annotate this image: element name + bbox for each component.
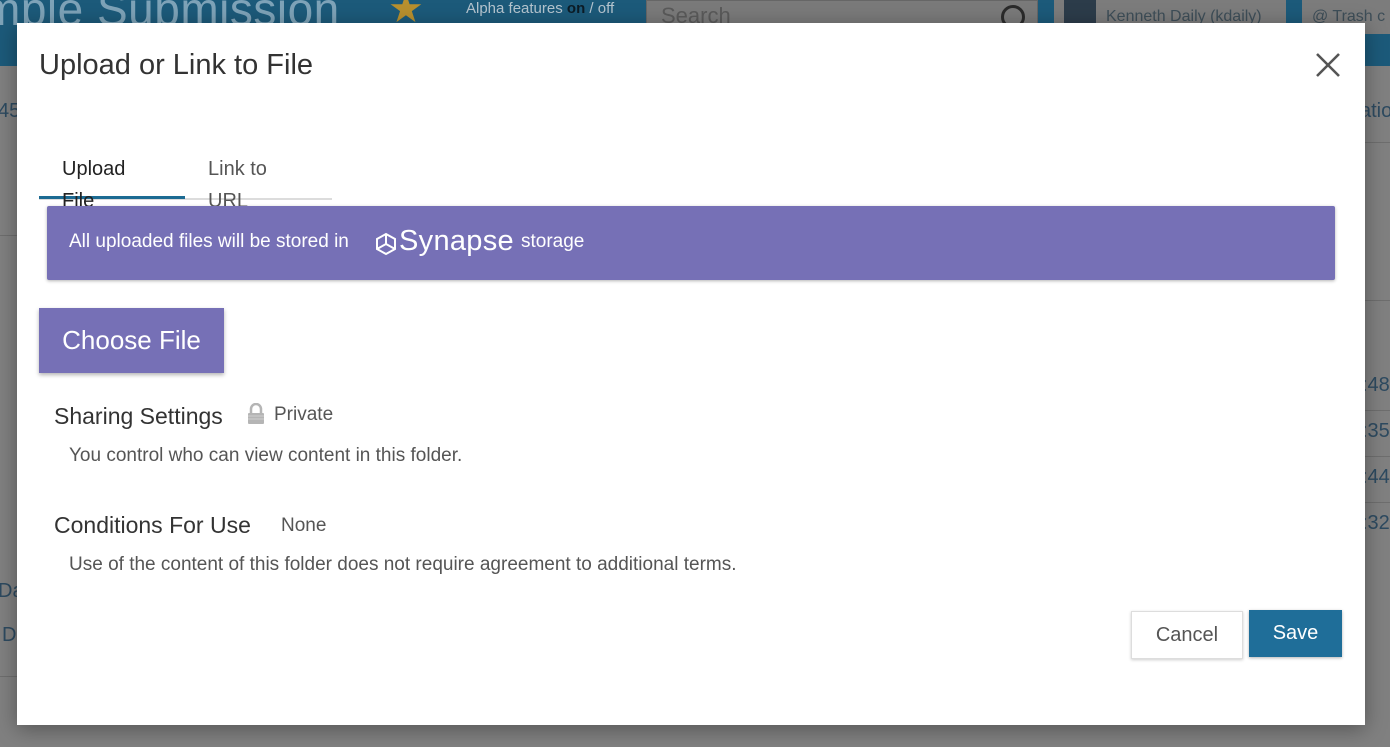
tab-link-to-url[interactable]: Link to URL [185,153,332,212]
tab-upload-file[interactable]: Upload File [39,153,185,212]
choose-file-button[interactable]: Choose File [39,308,224,373]
background-row-time: :32 [1362,512,1390,534]
upload-tabs: Upload File Link to URL [39,153,332,212]
lock-icon [248,403,264,424]
background-divider [1365,502,1390,503]
background-divider [0,676,17,677]
synapse-logo-icon [376,232,396,256]
background-divider [0,235,17,236]
storage-info-banner: All uploaded files will be stored in Syn… [47,206,1335,280]
alpha-features-toggle: Alpha features on / off [466,0,615,17]
banner-text: All uploaded files will be stored in [69,231,349,252]
sharing-settings-value: Private [274,404,334,425]
conditions-for-use-description: Use of the content of this folder does n… [69,554,737,575]
sharing-settings-label: Sharing Settings [54,403,223,429]
close-icon [1316,53,1340,77]
dialog-title: Upload or Link to File [39,49,314,81]
background-divider [1365,300,1390,301]
close-button[interactable] [1313,50,1343,80]
conditions-for-use-label: Conditions For Use [54,512,251,538]
background-divider [1365,410,1390,411]
conditions-for-use-value: None [281,515,327,536]
background-divider [1365,142,1390,143]
background-left-link: D [2,624,17,646]
background-divider [1365,456,1390,457]
save-button[interactable]: Save [1249,610,1342,657]
synapse-logo-text: Synapse [399,225,514,257]
upload-file-dialog: Upload or Link to File Upload File Link … [17,23,1365,725]
background-row-time: :35 [1362,420,1390,442]
sharing-settings-description: You control who can view content in this… [69,445,463,466]
cancel-button[interactable]: Cancel [1131,611,1243,659]
banner-text-storage: storage [521,231,585,252]
background-row-time: :44 [1362,466,1390,488]
background-row-time: :48 [1362,374,1390,396]
